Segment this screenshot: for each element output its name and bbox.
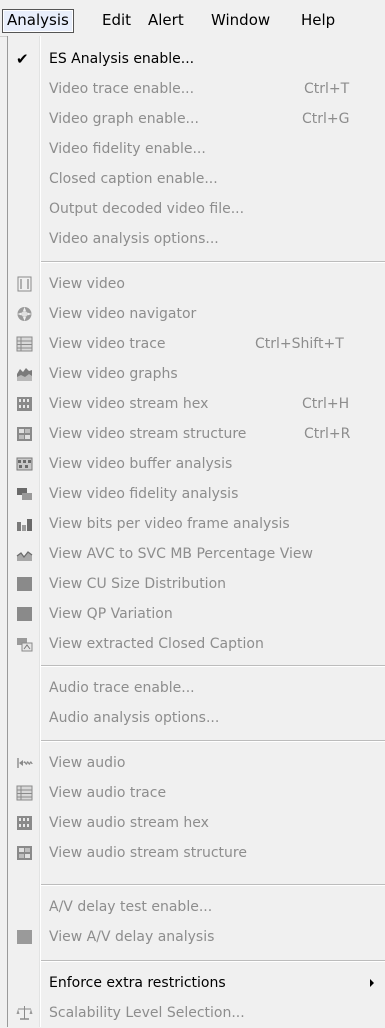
menu-item-av-delay-test[interactable]: A/V delay test enable... <box>8 892 385 922</box>
menu-item-label: Closed caption enable... <box>49 171 218 187</box>
menu-analysis[interactable]: Analysis <box>2 9 74 33</box>
menu-item-label: Audio trace enable... <box>49 680 195 696</box>
analysis-dropdown-menu: ✔ ES Analysis enable... Video trace enab… <box>7 36 385 1027</box>
menu-item-video-trace-enable[interactable]: Video trace enable... Ctrl+T <box>8 74 385 104</box>
area-graph-icon <box>17 368 32 381</box>
menu-item-label: View bits per video frame analysis <box>49 516 290 532</box>
menu-item-view-video-navigator[interactable]: View video navigator <box>8 299 385 329</box>
video-frame-icon <box>17 276 32 292</box>
menu-item-view-video-stream-hex[interactable]: View video stream hex Ctrl+H <box>8 389 385 419</box>
shortcut-text: Ctrl+H <box>302 396 350 412</box>
menu-edit[interactable]: Edit <box>98 9 135 31</box>
scale-icon <box>16 1006 33 1020</box>
menu-item-view-video-trace[interactable]: View video trace Ctrl+Shift+T <box>8 329 385 359</box>
menu-item-label: Video fidelity enable... <box>49 141 206 157</box>
menu-item-label: View video trace <box>49 336 166 352</box>
menu-item-label: Video trace enable... <box>49 81 195 97</box>
menu-item-label: View audio stream hex <box>49 815 209 831</box>
menu-item-label: View video stream structure <box>49 426 247 442</box>
bar-chart-icon <box>17 519 32 531</box>
menu-help[interactable]: Help <box>297 9 339 31</box>
menu-item-label: View video fidelity analysis <box>49 486 239 502</box>
menu-item-audio-trace-enable[interactable]: Audio trace enable... <box>8 673 385 703</box>
shortcut-text: Ctrl+T <box>304 81 350 97</box>
menu-item-view-audio[interactable]: View audio <box>8 748 385 778</box>
menu-item-label: View video buffer analysis <box>49 456 233 472</box>
buffer-icon <box>16 457 33 471</box>
menu-item-view-video-graphs[interactable]: View video graphs <box>8 359 385 389</box>
menu-item-video-analysis-options[interactable]: Video analysis options... <box>8 224 385 254</box>
menu-item-view-video-fidelity[interactable]: View video fidelity analysis <box>8 479 385 509</box>
menu-separator <box>41 960 385 962</box>
menu-item-view-audio-stream-structure[interactable]: View audio stream structure <box>8 838 385 868</box>
menu-item-view-av-delay[interactable]: View A/V delay analysis <box>8 922 385 952</box>
menu-item-label: View video graphs <box>49 366 178 382</box>
gray-square-icon <box>17 607 32 621</box>
caption-icon <box>17 638 33 652</box>
menu-item-view-cu-size[interactable]: View CU Size Distribution <box>8 569 385 599</box>
shortcut-text: Ctrl+Shift+T <box>255 336 344 352</box>
menu-item-enforce-restrictions[interactable]: Enforce extra restrictions <box>8 968 385 998</box>
menu-item-view-audio-stream-hex[interactable]: View audio stream hex <box>8 808 385 838</box>
menu-item-view-closed-caption[interactable]: View extracted Closed Caption <box>8 629 385 659</box>
menu-item-label: View AVC to SVC MB Percentage View <box>49 546 313 562</box>
menu-item-label: Scalability Level Selection... <box>49 1005 245 1021</box>
menu-item-view-video[interactable]: View video <box>8 269 385 299</box>
menu-item-view-audio-trace[interactable]: View audio trace <box>8 778 385 808</box>
menu-item-label: View audio <box>49 755 126 771</box>
gray-square-icon <box>17 930 32 944</box>
menu-item-view-bits-per-frame[interactable]: View bits per video frame analysis <box>8 509 385 539</box>
menu-item-label: View QP Variation <box>49 606 173 622</box>
menu-item-view-qp-variation[interactable]: View QP Variation <box>8 599 385 629</box>
menu-item-label: View A/V delay analysis <box>49 929 215 945</box>
menu-item-view-video-stream-structure[interactable]: View video stream structure Ctrl+R <box>8 419 385 449</box>
menu-item-output-decoded[interactable]: Output decoded video file... <box>8 194 385 224</box>
menu-item-label: Enforce extra restrictions <box>49 975 226 991</box>
structure-icon <box>17 846 32 860</box>
menu-item-label: View extracted Closed Caption <box>49 636 264 652</box>
menu-item-view-video-buffer[interactable]: View video buffer analysis <box>8 449 385 479</box>
menu-item-view-avc-svc[interactable]: View AVC to SVC MB Percentage View <box>8 539 385 569</box>
shortcut-text: Ctrl+G <box>302 111 350 127</box>
menu-item-label: View audio trace <box>49 785 167 801</box>
trace-table-icon <box>16 785 33 801</box>
menu-item-video-fidelity-enable[interactable]: Video fidelity enable... <box>8 134 385 164</box>
line-graph-icon <box>16 551 33 561</box>
hex-icon <box>17 397 32 411</box>
menu-item-label: View video stream hex <box>49 396 209 412</box>
menu-bar: Analysis Edit Alert Window Help <box>0 0 385 37</box>
menu-item-label: ES Analysis enable... <box>49 51 195 67</box>
navigator-icon <box>17 307 32 321</box>
menu-window[interactable]: Window <box>207 9 274 31</box>
menu-separator <box>41 261 385 263</box>
menu-item-label: Audio analysis options... <box>49 710 220 726</box>
audio-icon <box>17 758 33 768</box>
menu-item-audio-analysis-options[interactable]: Audio analysis options... <box>8 703 385 733</box>
menu-separator <box>41 665 385 667</box>
menu-alert[interactable]: Alert <box>144 9 188 31</box>
trace-table-icon <box>16 336 33 352</box>
menu-item-es-analysis[interactable]: ✔ ES Analysis enable... <box>8 44 385 74</box>
menu-item-label: View video <box>49 276 125 292</box>
menu-item-label: View audio stream structure <box>49 845 247 861</box>
hex-icon <box>17 816 32 830</box>
menu-item-video-graph-enable[interactable]: Video graph enable... Ctrl+G <box>8 104 385 134</box>
menu-item-scalability[interactable]: Scalability Level Selection... <box>8 998 385 1028</box>
menu-item-label: A/V delay test enable... <box>49 899 213 915</box>
checkmark-icon: ✔ <box>16 50 29 68</box>
structure-icon <box>17 427 32 441</box>
menu-item-closed-caption-enable[interactable]: Closed caption enable... <box>8 164 385 194</box>
gray-square-icon <box>17 577 32 591</box>
menu-item-label: Video graph enable... <box>49 111 199 127</box>
menu-separator <box>41 884 385 886</box>
menu-separator <box>41 740 385 742</box>
menu-item-label: Video analysis options... <box>49 231 219 247</box>
menu-item-label: View video navigator <box>49 306 197 322</box>
menu-item-label: Output decoded video file... <box>49 201 245 217</box>
menu-item-label: View CU Size Distribution <box>49 576 227 592</box>
submenu-arrow-icon <box>370 979 374 987</box>
shortcut-text: Ctrl+R <box>304 426 351 442</box>
fidelity-icon <box>17 488 32 500</box>
